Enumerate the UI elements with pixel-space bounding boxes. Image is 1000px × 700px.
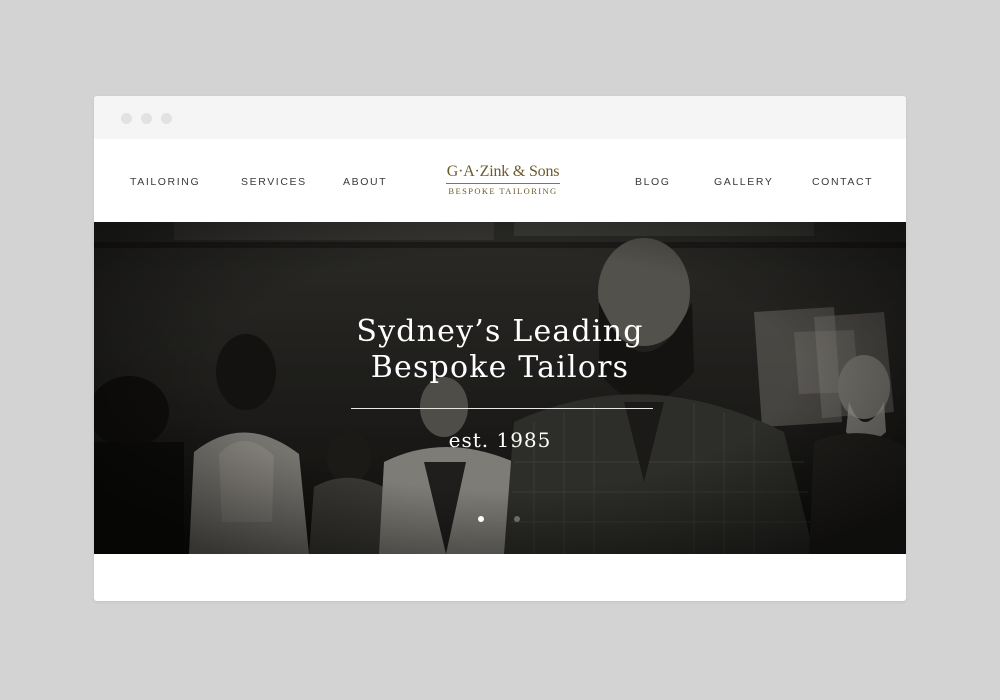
window-maximize-dot[interactable] (161, 113, 172, 124)
hero-divider (351, 408, 653, 409)
site-header-nav: TAILORING SERVICES ABOUT G·A·Zink & Sons… (94, 139, 906, 222)
hero-slider: Sydney’s Leading Bespoke Tailors est. 19… (94, 222, 906, 554)
slide-dot-1[interactable] (478, 516, 484, 522)
nav-item-gallery[interactable]: GALLERY (714, 176, 773, 188)
tailor-workshop-photo (94, 222, 906, 554)
nav-item-tailoring[interactable]: TAILORING (130, 176, 200, 188)
slide-dot-3[interactable] (514, 516, 520, 522)
hero-title: Sydney’s Leading Bespoke Tailors (300, 314, 700, 386)
site-logo[interactable]: G·A·Zink & Sons BESPOKE TAILORING (446, 163, 560, 196)
logo-wordmark: G·A·Zink & Sons (446, 163, 560, 184)
nav-item-about[interactable]: ABOUT (343, 176, 387, 188)
slider-pagination (478, 516, 524, 524)
logo-tagline: BESPOKE TAILORING (448, 186, 558, 196)
window-close-dot[interactable] (121, 113, 132, 124)
hero-subtitle: est. 1985 (448, 428, 552, 452)
nav-item-blog[interactable]: BLOG (635, 176, 671, 188)
hero-title-line2: Bespoke Tailors (370, 350, 630, 385)
browser-window: TAILORING SERVICES ABOUT G·A·Zink & Sons… (94, 96, 906, 601)
nav-item-contact[interactable]: CONTACT (812, 176, 873, 188)
browser-chrome (94, 96, 906, 139)
hero-title-line1: Sydney’s Leading (356, 314, 644, 349)
nav-item-services[interactable]: SERVICES (241, 176, 307, 188)
window-minimize-dot[interactable] (141, 113, 152, 124)
slide-dot-2[interactable] (496, 516, 502, 522)
